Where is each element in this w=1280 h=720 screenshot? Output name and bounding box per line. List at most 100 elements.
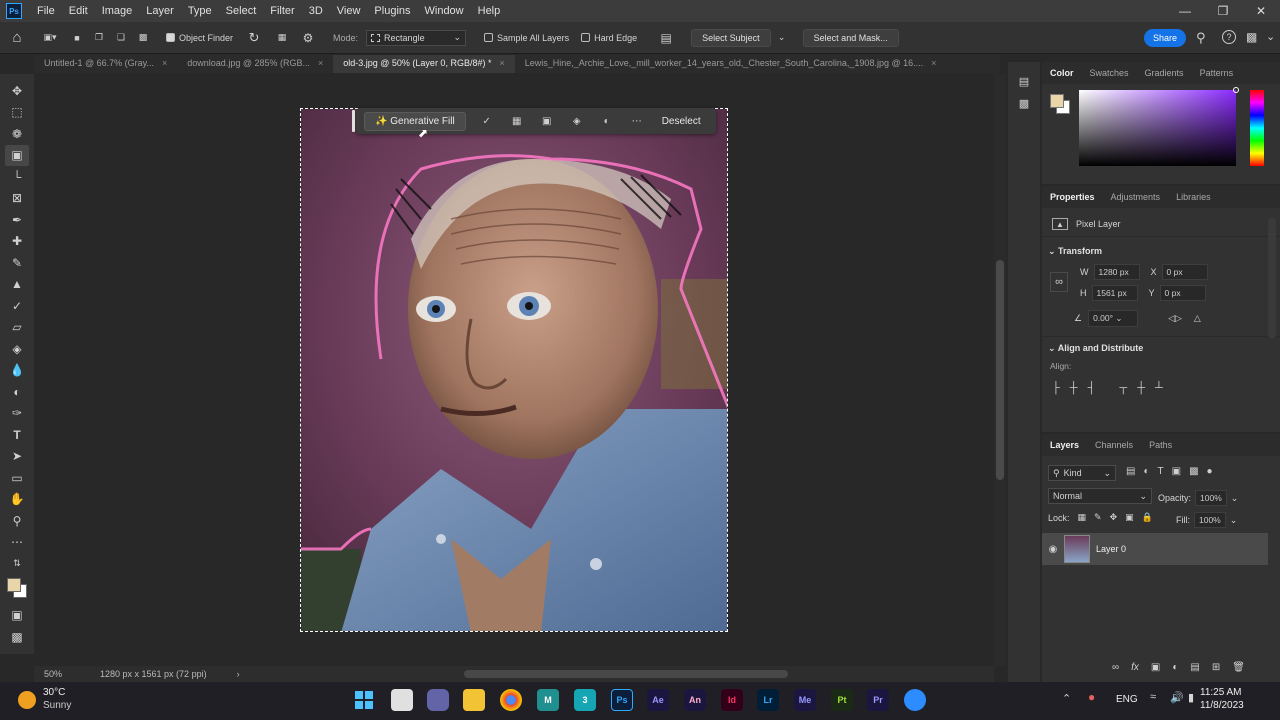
share-button[interactable]: Share [1144, 29, 1186, 47]
flip-horizontal-icon[interactable]: ◁▷ [1168, 313, 1182, 324]
angle-field[interactable]: 0.00° ⌄ [1088, 310, 1139, 327]
premiere-icon[interactable]: Pr [867, 689, 889, 711]
add-mask-icon[interactable]: ▣ [1151, 662, 1160, 673]
color-swatches[interactable] [4, 575, 30, 601]
tab-untitled-1[interactable]: Untitled-1 @ 66.7% (Gray... × [34, 55, 177, 73]
fx-icon[interactable]: fx [1131, 662, 1139, 673]
help-icon[interactable]: ? [1222, 30, 1236, 44]
tab-gradients[interactable]: Gradients [1137, 68, 1192, 78]
eye-icon[interactable]: ◉ [1042, 544, 1064, 555]
flip-vertical-icon[interactable]: △ [1194, 313, 1201, 324]
trash-icon[interactable]: 🗑 [1232, 662, 1245, 673]
vertical-scroll-thumb[interactable] [996, 260, 1004, 480]
blend-mode-select[interactable]: Normal ⌄ [1048, 488, 1152, 504]
object-selection-tool-preset-icon[interactable]: ▣▾ [34, 32, 66, 43]
workspace-icon[interactable]: ▩ [1246, 30, 1257, 44]
media-encoder-icon[interactable]: Me [794, 689, 816, 711]
document-image[interactable] [300, 108, 728, 632]
clock-date[interactable]: 11/8/2023 [1200, 700, 1244, 711]
height-field[interactable]: 1561 px [1091, 285, 1138, 301]
app-3-icon[interactable]: 3 [574, 689, 596, 711]
substance-painter-icon[interactable]: Pt [831, 689, 853, 711]
home-icon[interactable]: ⌂ [0, 29, 34, 46]
menu-layer[interactable]: Layer [139, 5, 181, 17]
wifi-icon[interactable]: ≈ [1150, 691, 1156, 703]
close-tab-icon[interactable]: × [499, 58, 504, 73]
file-explorer-icon[interactable] [463, 689, 485, 711]
lock-transparent-icon[interactable]: ▦ [1078, 512, 1087, 523]
menu-file[interactable]: File [30, 5, 62, 17]
deselect-button[interactable]: Deselect [662, 116, 701, 127]
x-field[interactable]: 0 px [1161, 264, 1208, 280]
swap-colors-icon[interactable]: ⇅ [5, 553, 29, 575]
move-tool-icon[interactable]: ✥ [5, 80, 29, 102]
intersect-selection-icon[interactable]: ▩ [132, 32, 154, 43]
tab-swatches[interactable]: Swatches [1082, 68, 1137, 78]
link-layers-icon[interactable]: ∞ [1112, 662, 1119, 673]
y-field[interactable]: 0 px [1159, 285, 1206, 301]
filter-pixel-icon[interactable]: ▤ [1126, 466, 1135, 477]
marquee-tool-icon[interactable]: ⬚ [5, 102, 29, 124]
fill-field[interactable]: 100% [1194, 512, 1226, 528]
add-to-selection-icon[interactable]: ❐ [88, 32, 110, 43]
task-view-icon[interactable] [391, 689, 413, 711]
panel-foreground-swatch[interactable] [1050, 94, 1064, 108]
blur-tool-icon[interactable]: 💧 [5, 360, 29, 382]
gear-icon[interactable]: ⚙ [295, 31, 321, 45]
menu-3d[interactable]: 3D [302, 5, 330, 17]
menu-select[interactable]: Select [219, 5, 264, 17]
filter-smart-object-icon[interactable]: ▩ [1189, 466, 1198, 477]
app-m-icon[interactable]: M [537, 689, 559, 711]
tab-color[interactable]: Color [1042, 68, 1082, 78]
lock-image-icon[interactable]: ✎ [1094, 512, 1102, 523]
align-center-v-icon[interactable]: ┼ [1137, 382, 1145, 394]
align-right-icon[interactable]: ┤ [1088, 382, 1096, 394]
tab-paths[interactable]: Paths [1141, 440, 1180, 450]
color-field[interactable] [1079, 87, 1239, 166]
tab-lewis-hine[interactable]: Lewis_Hine,_Archie_Love,_mill_worker_14_… [515, 55, 947, 73]
crop-tool-icon[interactable]: └ [5, 166, 29, 188]
show-all-objects-icon[interactable]: ▦ [269, 32, 295, 43]
refresh-icon[interactable]: ↻ [239, 30, 269, 46]
language-indicator[interactable]: ENG [1116, 694, 1138, 705]
eyedropper-tool-icon[interactable]: ✒ [5, 209, 29, 231]
adjustment-layer-icon[interactable]: ◐ [592, 116, 622, 127]
microphone-icon[interactable]: ● [1088, 690, 1095, 704]
tab-layers[interactable]: Layers [1042, 440, 1087, 450]
frame-tool-icon[interactable]: ⊠ [5, 188, 29, 210]
clock-time[interactable]: 11:25 AM [1200, 687, 1242, 698]
tab-properties[interactable]: Properties [1042, 192, 1103, 202]
properties-scrollbar[interactable] [1268, 218, 1276, 338]
layer-filter-kind[interactable]: ⚲ Kind ⌄ [1048, 465, 1116, 481]
weather-temp[interactable]: 30°C [43, 687, 65, 698]
chevron-down-icon[interactable]: ⌄ [1230, 515, 1238, 526]
link-icon[interactable]: ∞ [1050, 272, 1068, 292]
filter-type-icon[interactable]: T [1158, 466, 1164, 477]
comments-panel-icon[interactable]: ▩ [1008, 92, 1040, 114]
opacity-field[interactable]: 100% [1195, 490, 1227, 506]
restore-icon[interactable]: ❐ [1204, 0, 1242, 22]
object-finder-checkbox[interactable]: Object Finder [166, 33, 233, 43]
zoom-app-icon[interactable] [904, 689, 926, 711]
select-subject-button[interactable]: Select Subject [691, 28, 771, 47]
history-brush-tool-icon[interactable]: ✓ [5, 295, 29, 317]
status-arrow-icon[interactable]: › [237, 669, 240, 679]
chrome-icon[interactable] [500, 689, 522, 711]
hue-slider[interactable] [1250, 90, 1264, 166]
tab-download[interactable]: download.jpg @ 285% (RGB... × [177, 55, 333, 73]
select-subject-dropdown-icon[interactable]: ⌄ [773, 32, 791, 43]
minimize-icon[interactable]: — [1166, 0, 1204, 22]
drag-handle[interactable] [352, 110, 355, 132]
fill-selection-icon[interactable]: ◈ [562, 116, 592, 127]
lock-all-icon[interactable]: 🔒 [1142, 512, 1153, 523]
eraser-tool-icon[interactable]: ▱ [5, 317, 29, 339]
sun-icon[interactable] [18, 691, 36, 709]
hard-edge-checkbox[interactable]: Hard Edge [581, 33, 637, 43]
type-tool-icon[interactable]: T [5, 424, 29, 446]
close-tab-icon[interactable]: × [931, 58, 936, 73]
sample-all-layers-checkbox[interactable]: Sample All Layers [484, 33, 569, 43]
tab-channels[interactable]: Channels [1087, 440, 1141, 450]
show-hidden-icons-icon[interactable]: ⌃ [1062, 692, 1071, 705]
close-icon[interactable]: ✕ [1242, 0, 1280, 22]
menu-type[interactable]: Type [181, 5, 219, 17]
